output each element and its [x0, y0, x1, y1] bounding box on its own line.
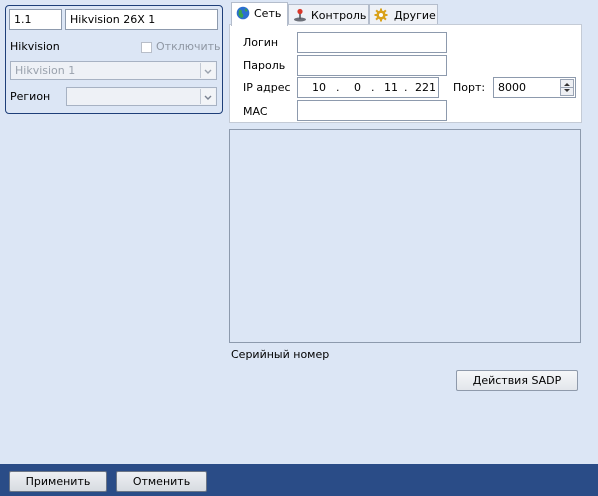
mac-label: MAC [243, 105, 268, 118]
login-label: Логин [243, 36, 279, 49]
chevron-down-icon [200, 89, 215, 104]
ip-dot: . [404, 81, 408, 94]
port-spinner[interactable]: 8000 [493, 77, 576, 98]
object-id-field[interactable]: 1.1 [9, 9, 62, 30]
region-select[interactable] [66, 87, 217, 106]
ip-octet-1[interactable]: 10 [312, 81, 326, 95]
ip-address-label: IP адрес [243, 81, 291, 94]
ip-dot: . [371, 81, 375, 94]
cancel-button[interactable]: Отменить [116, 471, 207, 492]
model-select[interactable]: Hikvision 1 [10, 61, 217, 80]
disable-checkbox[interactable] [141, 42, 152, 53]
ip-octet-4[interactable]: 221 [415, 81, 436, 95]
network-tab-page: Логин Пароль IP адрес 10 . 0 . 11 . 221 … [229, 24, 582, 123]
tab-network[interactable]: Сеть [231, 2, 288, 26]
device-list-panel[interactable] [229, 129, 581, 343]
model-select-value: Hikvision 1 [15, 64, 76, 77]
ip-octet-2[interactable]: 0 [354, 81, 361, 95]
tab-control-label: Контроль [311, 9, 367, 22]
disable-checkbox-label: Отключить [156, 40, 221, 53]
apply-button[interactable]: Применить [9, 471, 107, 492]
globe-icon [236, 6, 250, 20]
object-name-field[interactable]: Hikvision 26X 1 [65, 9, 218, 30]
region-label: Регион [10, 90, 51, 103]
port-label: Порт: [453, 81, 486, 94]
ip-dot: . [336, 81, 340, 94]
tab-control[interactable]: Контроль [288, 4, 369, 26]
mac-field[interactable] [297, 100, 447, 121]
password-label: Пароль [243, 59, 286, 72]
joystick-icon [293, 8, 307, 22]
ip-octet-3[interactable]: 11 [384, 81, 398, 95]
gear-icon [374, 8, 388, 22]
login-field[interactable] [297, 32, 447, 53]
port-value[interactable]: 8000 [498, 81, 526, 95]
serial-number-label: Серийный номер [231, 348, 330, 361]
tab-network-label: Сеть [254, 7, 282, 20]
tab-other[interactable]: Другие [369, 4, 438, 26]
object-settings-panel: 1.1 Hikvision 26X 1 Hikvision Отключить … [5, 5, 223, 114]
chevron-down-icon [200, 63, 215, 78]
password-field[interactable] [297, 55, 447, 76]
spinner-arrows-icon[interactable] [560, 79, 574, 96]
tab-other-label: Другие [394, 9, 436, 22]
ip-address-field[interactable]: 10 . 0 . 11 . 221 [297, 77, 439, 98]
vendor-label: Hikvision [10, 40, 60, 53]
sadp-actions-button[interactable]: Действия SADP [456, 370, 578, 391]
